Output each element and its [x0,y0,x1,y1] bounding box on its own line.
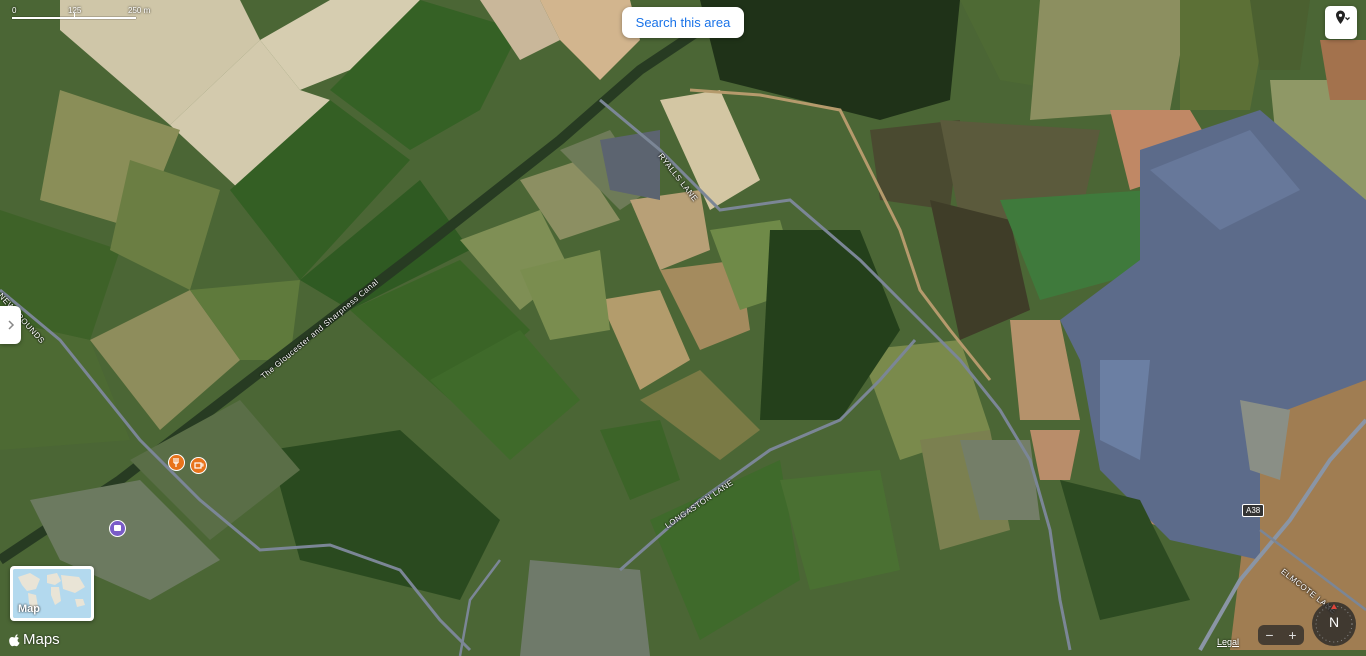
location-pin-icon [1336,10,1345,24]
satellite-map[interactable]: The Gloucester and Sharpness Canal RYALL… [0,0,1366,656]
sidebar-toggle-button[interactable] [0,306,21,344]
restaurant-icon[interactable] [168,454,185,471]
compass-button[interactable]: N [1312,602,1356,646]
transit-icon[interactable] [109,520,126,537]
apple-logo-icon [9,633,20,646]
legal-link[interactable]: Legal [1217,637,1239,647]
scale-tick-250: 250 m [128,6,151,15]
location-menu-button[interactable] [1325,6,1357,39]
cafe-icon[interactable] [190,457,207,474]
compass-north-label: N [1328,614,1340,630]
brand-label: Maps [23,631,60,648]
chevron-down-icon [1345,17,1350,21]
scale-tick-0: 0 [12,6,17,15]
scale-bar: 0 125 250 m [12,6,162,26]
chevron-right-icon [7,320,14,330]
map-mode-label: Map [18,603,40,615]
road-shield-a38: A38 [1242,504,1265,517]
search-this-area-button[interactable]: Search this area [622,7,744,38]
zoom-in-button[interactable]: + [1284,626,1302,644]
zoom-control: − + [1258,625,1304,645]
map-mode-toggle[interactable]: Map [10,566,94,621]
satellite-imagery [0,0,1366,656]
apple-maps-brand: Maps [9,631,60,648]
zoom-out-button[interactable]: − [1261,626,1279,644]
